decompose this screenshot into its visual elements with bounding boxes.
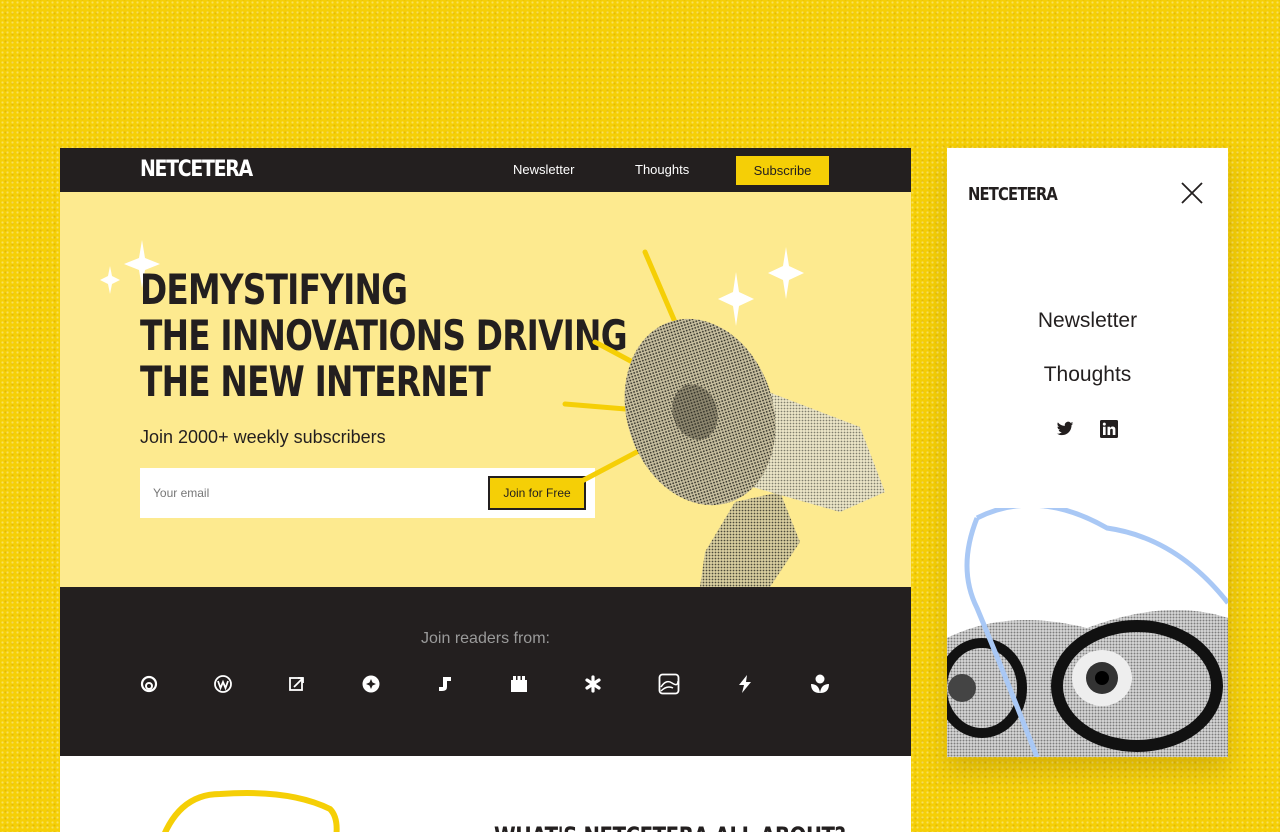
eyes-illustration: [947, 508, 1228, 757]
subscribe-button[interactable]: Subscribe: [736, 156, 829, 185]
mobile-menu-panel: NETCETERA Newsletter Thoughts: [947, 148, 1228, 757]
about-title: WHAT'S NETCETERA ALL ABOUT?: [494, 822, 846, 832]
twitter-icon[interactable]: [1056, 420, 1074, 438]
brand-logo[interactable]: NETCETERA: [140, 157, 253, 182]
desktop-page: NETCETERA Newsletter Thoughts Subscribe …: [60, 148, 911, 832]
logo-j-icon: [439, 677, 451, 691]
hero-section: DEMYSTIFYING THE INNOVATIONS DRIVING THE…: [60, 192, 911, 587]
top-navigation: NETCETERA Newsletter Thoughts Subscribe: [60, 148, 911, 192]
logo-wave-icon: [658, 673, 680, 695]
readers-section: Join readers from:: [60, 587, 911, 756]
signup-form: Join for Free: [140, 468, 595, 518]
logo-circle-icon: [362, 675, 380, 693]
close-icon[interactable]: [1180, 181, 1204, 205]
company-logos: [140, 673, 830, 695]
logo-bolt-icon: [739, 675, 751, 693]
email-input[interactable]: [140, 468, 480, 518]
about-section: WHAT'S NETCETERA ALL ABOUT?: [60, 756, 911, 832]
logo-block-icon: [511, 676, 527, 692]
mobile-menu-thoughts[interactable]: Thoughts: [947, 363, 1228, 387]
nav-newsletter-link[interactable]: Newsletter: [513, 162, 574, 177]
logo-w-icon: [214, 675, 232, 693]
yellow-blob-decoration: [162, 790, 340, 832]
mobile-menu-newsletter[interactable]: Newsletter: [947, 309, 1228, 333]
megaphone-illustration: [562, 249, 885, 587]
mobile-brand-logo[interactable]: NETCETERA: [968, 184, 1058, 205]
logo-a-icon: [140, 675, 158, 693]
hero-tagline: Join 2000+ weekly subscribers: [140, 427, 386, 447]
readers-label: Join readers from:: [421, 630, 550, 647]
logo-flower-icon: [811, 674, 829, 693]
linkedin-icon[interactable]: [1100, 420, 1118, 438]
logo-arrow-icon: [289, 677, 304, 691]
logo-asterisk-icon: [585, 675, 601, 693]
nav-thoughts-link[interactable]: Thoughts: [635, 162, 689, 177]
